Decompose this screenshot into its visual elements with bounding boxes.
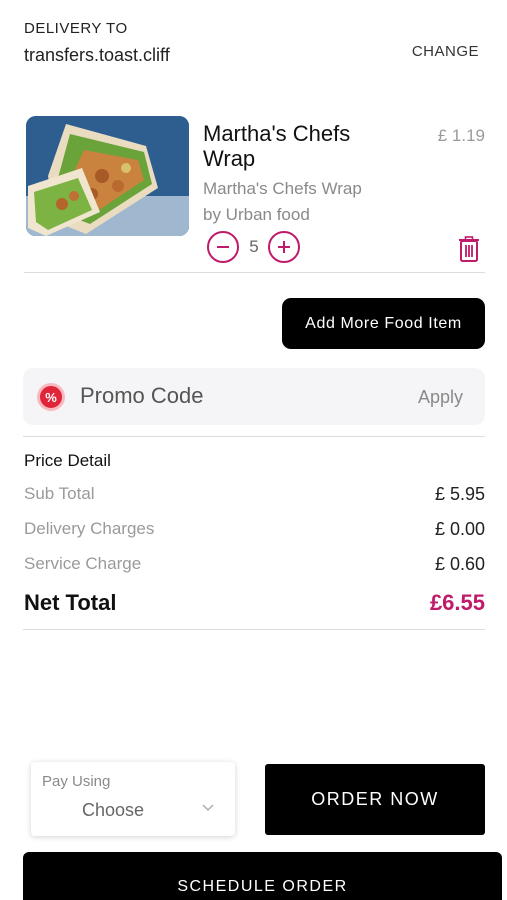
price-row-label: Sub Total: [24, 484, 95, 503]
item-name: Martha's Chefs Wrap: [203, 121, 351, 171]
delivery-to-label: DELIVERY TO: [24, 20, 128, 37]
item-vendor: by Urban food: [203, 205, 310, 224]
promo-code-box[interactable]: % Promo Code Apply: [23, 368, 485, 425]
promo-apply-button[interactable]: Apply: [418, 387, 463, 408]
quantity-value: 5: [249, 237, 259, 256]
price-row-value: £ 0.00: [434, 519, 485, 539]
price-row-value: £ 5.95: [434, 484, 485, 504]
promo-percent-icon: %: [37, 383, 65, 411]
plus-icon: [278, 241, 290, 253]
item-description: Martha's Chefs Wrap: [203, 179, 362, 198]
net-total-label: Net Total: [24, 590, 117, 615]
delivery-address: transfers.toast.cliff: [24, 45, 170, 65]
pay-using-value: Choose: [82, 800, 145, 820]
order-now-button[interactable]: ORDER NOW: [265, 764, 485, 835]
chevron-down-icon: [202, 804, 214, 811]
pay-using-label: Pay Using: [42, 773, 111, 790]
schedule-order-button[interactable]: SCHEDULE ORDER: [23, 852, 502, 900]
net-total-value: £6.55: [429, 590, 485, 615]
price-row-service: Service Charge £ 0.60: [24, 554, 485, 578]
minus-icon: [217, 246, 229, 248]
price-row-label: Delivery Charges: [24, 519, 155, 538]
food-image: [26, 116, 189, 236]
divider: [23, 436, 485, 437]
change-address-link[interactable]: CHANGE: [412, 43, 479, 60]
trash-icon: [459, 236, 479, 262]
wrap-food-photo-icon: [26, 116, 189, 236]
price-row-subtotal: Sub Total £ 5.95: [24, 484, 485, 508]
item-price: £ 1.19: [437, 126, 485, 145]
cart-item: Martha's Chefs Wrap Martha's Chefs Wrap …: [24, 113, 485, 273]
add-more-food-item-button[interactable]: Add More Food Item: [282, 298, 485, 349]
quantity-increase-button[interactable]: [268, 231, 300, 263]
quantity-decrease-button[interactable]: [207, 231, 239, 263]
price-row-label: Service Charge: [24, 554, 142, 573]
delete-item-button[interactable]: [458, 236, 480, 262]
promo-code-label: Promo Code: [80, 383, 204, 408]
price-detail-title: Price Detail: [24, 451, 111, 470]
price-row-value: £ 0.60: [434, 554, 485, 574]
pay-using-select[interactable]: Pay Using Choose: [31, 762, 235, 836]
price-row-delivery: Delivery Charges £ 0.00: [24, 519, 485, 543]
divider: [23, 629, 485, 630]
